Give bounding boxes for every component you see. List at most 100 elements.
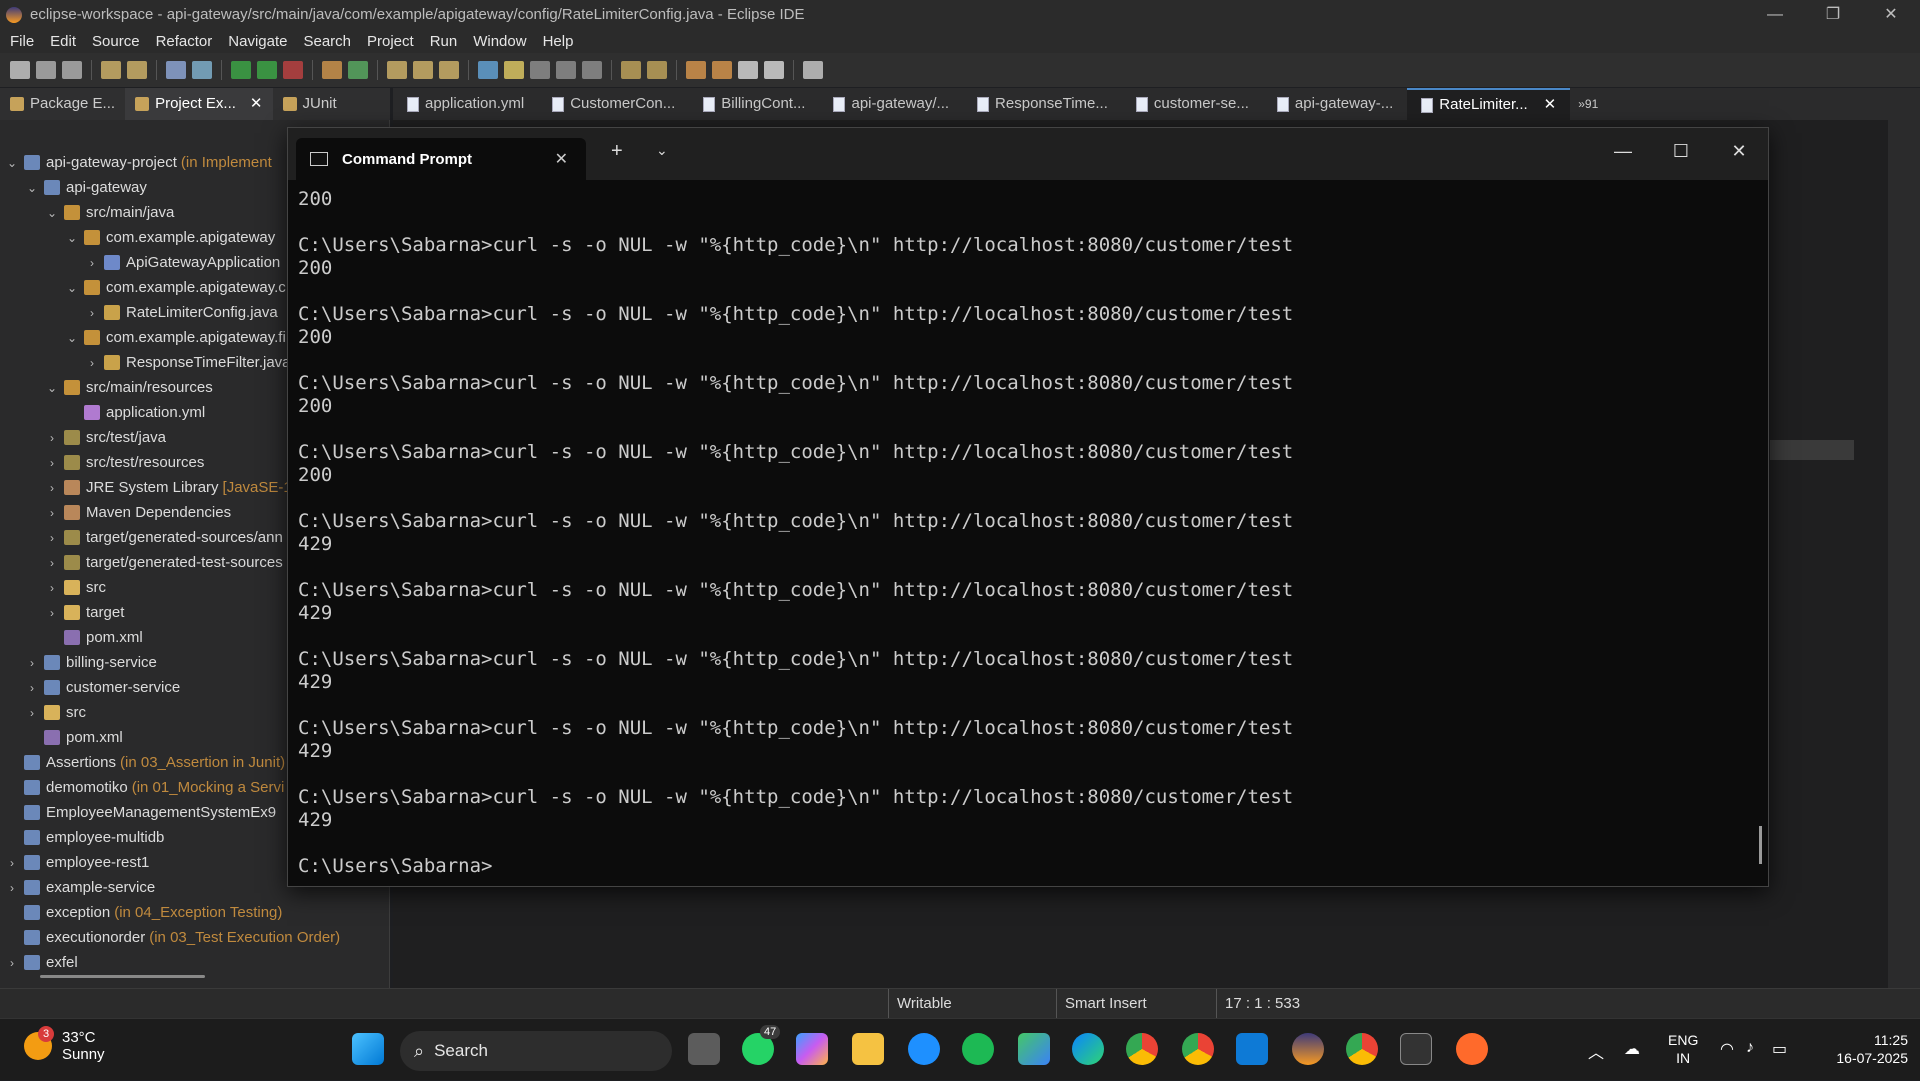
toolbar-button-icon[interactable] [62, 61, 82, 79]
tree-item[interactable]: › target/generated-test-sources [46, 550, 283, 575]
close-icon[interactable]: ✕ [250, 88, 263, 120]
vscode-icon[interactable] [1236, 1033, 1268, 1065]
toolbar-button-icon[interactable] [257, 61, 277, 79]
menu-item-source[interactable]: Source [92, 33, 140, 50]
chevron-right-icon[interactable]: › [46, 531, 58, 545]
editor-tab-2[interactable]: BillingCont... [689, 88, 819, 120]
toolbar-button-icon[interactable] [621, 61, 641, 79]
tree-item[interactable]: › ApiGatewayApplication [86, 250, 280, 275]
toolbar-button-icon[interactable] [803, 61, 823, 79]
tree-item[interactable]: executionorder (in 03_Test Execution Orde… [6, 925, 340, 950]
toolbar-button-icon[interactable] [478, 61, 498, 79]
tree-item[interactable]: › exfel [6, 950, 78, 975]
chevron-right-icon[interactable]: › [6, 856, 18, 870]
menu-item-project[interactable]: Project [367, 33, 414, 50]
maximize-icon[interactable]: ☐ [1652, 128, 1710, 180]
menu-item-run[interactable]: Run [430, 33, 458, 50]
spotify-icon[interactable] [962, 1033, 994, 1065]
menu-item-window[interactable]: Window [473, 33, 526, 50]
tree-item[interactable]: › JRE System Library [JavaSE-1.8 [46, 475, 304, 500]
editor-tab-7[interactable]: RateLimiter... ✕ [1407, 88, 1571, 120]
tree-item[interactable]: › Maven Dependencies [46, 500, 231, 525]
toolbar-button-icon[interactable] [686, 61, 706, 79]
toolbar-button-icon[interactable] [413, 61, 433, 79]
left-tab-1[interactable]: Project Ex... ✕ [125, 88, 273, 120]
chevron-right-icon[interactable]: › [46, 481, 58, 495]
menu-item-search[interactable]: Search [303, 33, 351, 50]
menu-item-edit[interactable]: Edit [50, 33, 76, 50]
restore-icon[interactable]: ❐ [1804, 0, 1862, 29]
close-tab-icon[interactable]: ✕ [555, 149, 568, 169]
tree-item[interactable]: › src [46, 575, 106, 600]
menu-item-refactor[interactable]: Refactor [156, 33, 213, 50]
postman-icon[interactable] [1456, 1033, 1488, 1065]
taskbar-search[interactable]: ⌕ Search [400, 1031, 672, 1071]
terminal-current-prompt[interactable]: C:\Users\Sabarna> [298, 855, 1738, 878]
terminal-tab[interactable]: Command Prompt ✕ [296, 138, 586, 180]
copilot-icon[interactable] [796, 1033, 828, 1065]
tree-item[interactable]: › src/test/java [46, 425, 166, 450]
clock[interactable]: 11:25 16-07-2025 [1808, 1031, 1908, 1067]
tree-item[interactable]: › src/test/resources [46, 450, 204, 475]
toolbar-button-icon[interactable] [322, 61, 342, 79]
menu-item-navigate[interactable]: Navigate [228, 33, 287, 50]
chevron-down-icon[interactable]: ⌄ [66, 281, 78, 295]
chevron-down-icon[interactable]: ⌄ [46, 381, 58, 395]
chrome-profile-icon[interactable] [1182, 1033, 1214, 1065]
chrome-icon[interactable] [1126, 1033, 1158, 1065]
tree-item[interactable]: pom.xml [26, 725, 123, 750]
chevron-right-icon[interactable]: › [46, 606, 58, 620]
toolbar-button-icon[interactable] [556, 61, 576, 79]
wifi-icon[interactable]: ◠ [1720, 1039, 1734, 1059]
toolbar-button-icon[interactable] [192, 61, 212, 79]
toolbar-button-icon[interactable] [647, 61, 667, 79]
chevron-right-icon[interactable]: › [46, 581, 58, 595]
toolbar-button-icon[interactable] [439, 61, 459, 79]
new-tab-icon[interactable]: + [611, 140, 623, 163]
toolbar-button-icon[interactable] [530, 61, 550, 79]
command-prompt-window[interactable]: Command Prompt ✕ + ⌄ — ☐ ✕ 200 C:\Users\… [287, 127, 1769, 887]
chevron-right-icon[interactable]: › [46, 431, 58, 445]
tree-item[interactable]: employee-multidb [6, 825, 164, 850]
tree-item[interactable]: ⌄ com.example.apigateway.c [66, 275, 286, 300]
start-icon[interactable] [352, 1033, 384, 1065]
cloud-icon[interactable]: ☁ [1624, 1039, 1640, 1059]
tree-item[interactable]: ⌄ api-gateway-project (in Implement [6, 150, 272, 175]
volume-icon[interactable]: ♪ [1746, 1039, 1754, 1057]
tree-item[interactable]: ⌄ com.example.apigateway [66, 225, 275, 250]
chevron-right-icon[interactable]: › [86, 256, 98, 270]
battery-icon[interactable]: ▭ [1772, 1039, 1787, 1059]
task-view-icon[interactable] [688, 1033, 720, 1065]
editor-tab-5[interactable]: customer-se... [1122, 88, 1263, 120]
tree-item[interactable]: › employee-rest1 [6, 850, 149, 875]
close-icon[interactable]: ✕ [1710, 128, 1768, 180]
editor-tab-3[interactable]: api-gateway/... [819, 88, 963, 120]
chevron-down-icon[interactable]: ⌄ [6, 156, 18, 170]
eclipse-taskbar-icon[interactable] [1292, 1033, 1324, 1065]
weather-widget[interactable]: 3 33°C Sunny [24, 1026, 105, 1063]
toolbar-button-icon[interactable] [283, 61, 303, 79]
close-icon[interactable]: ✕ [1862, 0, 1920, 29]
tree-item[interactable]: ⌄ src/main/resources [46, 375, 213, 400]
editor-scroll-thumb[interactable] [1770, 440, 1854, 460]
chevron-right-icon[interactable]: › [86, 306, 98, 320]
language-indicator[interactable]: ENG IN [1668, 1031, 1698, 1067]
tree-item[interactable]: › RateLimiterConfig.java [86, 300, 278, 325]
toolbar-button-icon[interactable] [348, 61, 368, 79]
minimize-icon[interactable]: — [1594, 128, 1652, 180]
chevron-right-icon[interactable]: › [6, 956, 18, 970]
tree-item[interactable]: demomotiko (in 01_Mocking a Servi [6, 775, 284, 800]
store-icon[interactable] [1018, 1033, 1050, 1065]
toolbar-button-icon[interactable] [764, 61, 784, 79]
editor-tab-1[interactable]: CustomerCon... [538, 88, 689, 120]
left-tab-0[interactable]: Package E... [0, 88, 125, 120]
tree-item[interactable]: › billing-service [26, 650, 157, 675]
editor-tab-0[interactable]: application.yml [393, 88, 538, 120]
toolbar-button-icon[interactable] [504, 61, 524, 79]
chevron-right-icon[interactable]: › [46, 506, 58, 520]
chevron-up-icon[interactable]: ︿ [1588, 1039, 1604, 1063]
help-icon[interactable] [908, 1033, 940, 1065]
chevron-down-icon[interactable]: ⌄ [66, 331, 78, 345]
edge-icon[interactable] [1072, 1033, 1104, 1065]
chevron-right-icon[interactable]: › [46, 456, 58, 470]
